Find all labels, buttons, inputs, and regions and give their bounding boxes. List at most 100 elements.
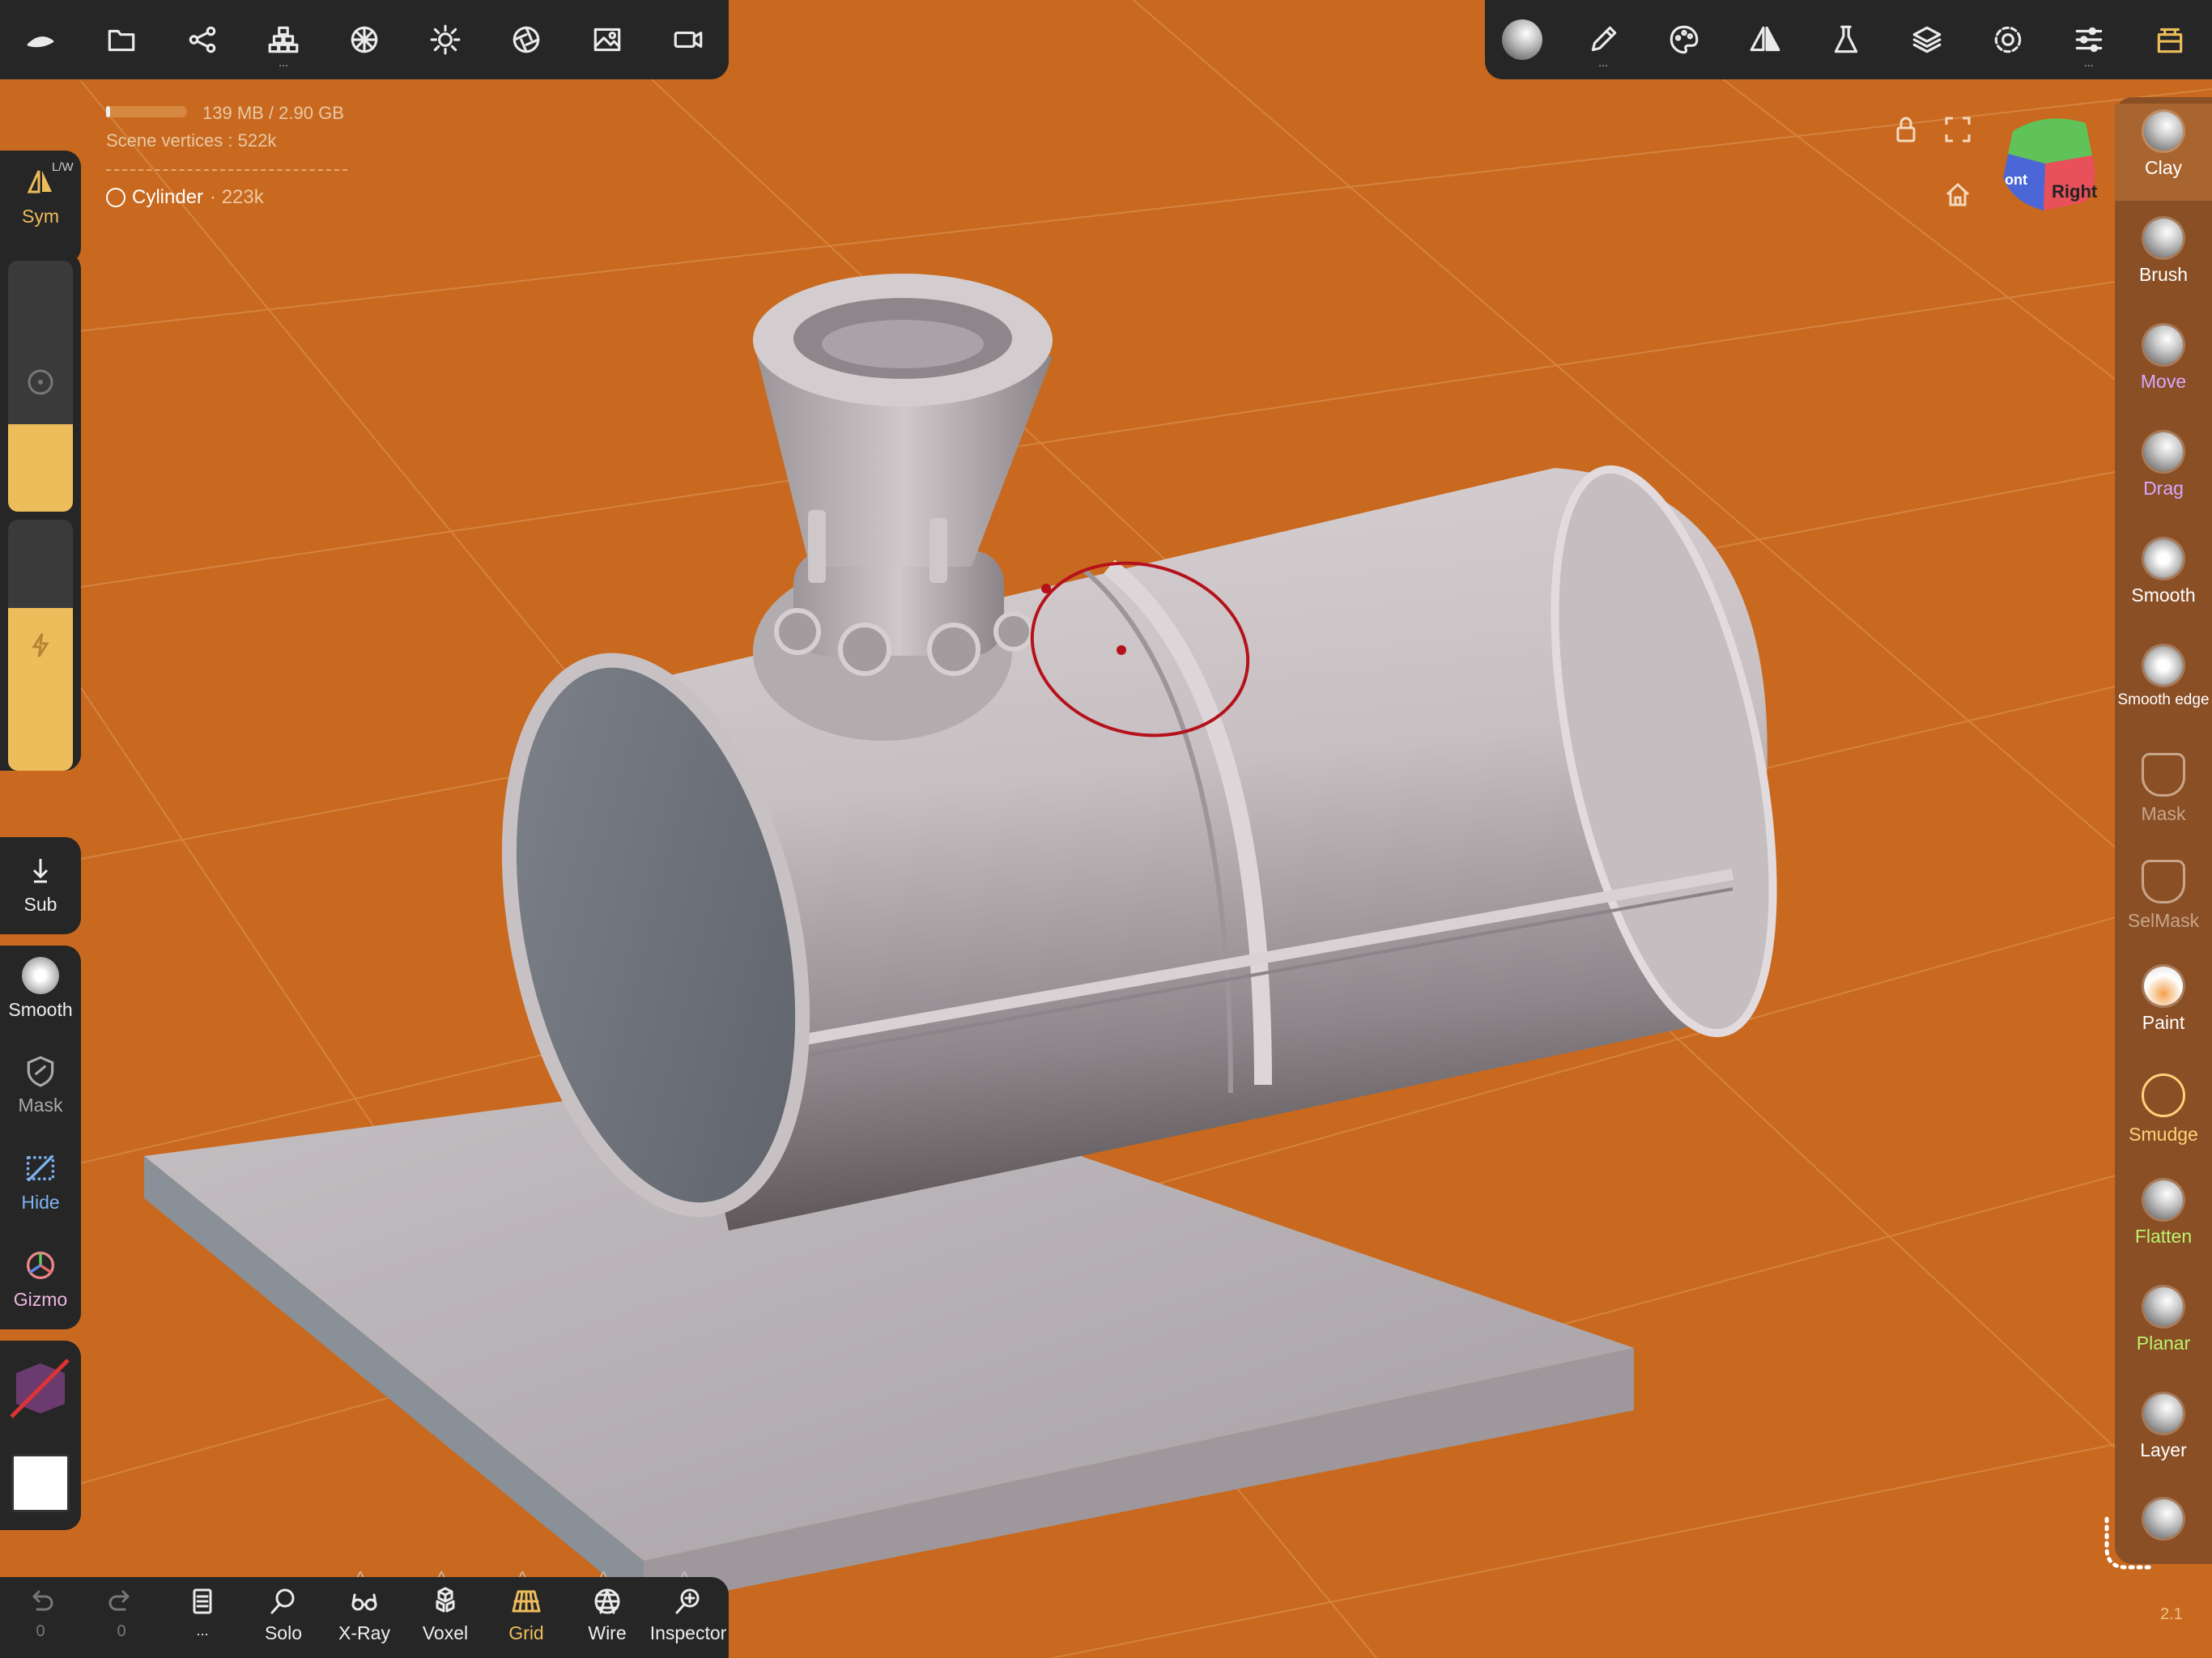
navigation-cube[interactable]: Right ont [1997,107,2102,215]
active-tool-icon[interactable] [1498,15,1546,64]
tool-selmask[interactable]: SelMask [2115,860,2212,932]
solo-button[interactable]: Solo [243,1585,324,1644]
tool-ball-icon [2144,1394,2183,1433]
tool-label: Clay [2144,157,2182,178]
grid-button[interactable]: Grid [486,1585,567,1644]
xray-label: X-Ray [338,1622,390,1643]
intensity-slider[interactable] [8,520,73,771]
tool-move[interactable]: Move [2115,325,2212,393]
radius-slider[interactable] [8,261,73,512]
cylinder-body [501,465,1777,1231]
xray-button[interactable]: X-Ray [324,1585,405,1644]
sub-label: Sub [23,894,57,915]
matcap-preview[interactable] [8,1357,71,1420]
solo-label: Solo [264,1622,303,1643]
background-image-icon[interactable] [583,15,632,64]
tool-smudge[interactable]: Smudge [2115,1073,2212,1146]
memory-text: 139 MB / 2.90 GB [202,103,344,123]
wireframe-icon [594,1588,620,1614]
camera-icon[interactable] [664,15,713,64]
xray-more-dots: ^ [357,1569,364,1585]
tool-layer[interactable]: Layer [2115,1394,2212,1461]
help-icon[interactable] [2146,15,2194,64]
filters-icon[interactable] [1822,15,1870,64]
tool-ball-icon [2144,219,2183,257]
mesh-icon [106,188,125,207]
mask-quick-button[interactable]: Mask [0,1051,81,1116]
tool-planar[interactable]: Planar [2115,1287,2212,1354]
scene-graph-icon[interactable] [178,15,227,64]
mask-label: Mask [18,1095,63,1116]
tool-clay[interactable]: Clay [2115,112,2212,179]
wire-label: Wire [588,1622,627,1643]
tool-label: Paint [2142,1012,2185,1033]
tool-label: SelMask [2127,910,2200,931]
gizmo-quick-button[interactable]: Gizmo [0,1245,81,1311]
tool-label: Layer [2140,1439,2187,1460]
tool-mask[interactable]: Mask [2115,753,2212,825]
inspector-button[interactable]: Inspector [648,1585,729,1644]
color-swatch[interactable] [11,1454,70,1512]
object-vertices: · 223k [210,186,264,208]
sym-badge: L/W [52,160,74,174]
folder-icon[interactable] [97,15,146,64]
object-label[interactable]: Cylinder · 223k [106,186,264,209]
voxel-button[interactable]: Voxel [405,1585,486,1644]
settings-icon[interactable] [1984,15,2032,64]
logo-icon[interactable] [16,15,65,64]
search-icon [270,1588,295,1614]
undo-button[interactable]: 0 [0,1585,81,1641]
painting-icon[interactable] [1660,15,1708,64]
tool-ball-icon [2144,539,2183,578]
tool-ball-icon [2144,1287,2183,1326]
tool-ball-icon [2144,1180,2183,1219]
viewport-3d[interactable] [0,0,2212,1658]
memory-bar [106,106,187,117]
redo-button[interactable]: 0 [81,1585,162,1641]
grid-icon [512,1590,541,1613]
voxel-icon [436,1587,455,1613]
wire-more-dots: ^ [600,1569,607,1585]
mask-shield-icon [2142,860,2185,903]
material-icon[interactable] [502,15,551,64]
wire-button[interactable]: Wire [567,1585,648,1644]
tool-drag[interactable]: Drag [2115,432,2212,500]
symmetry-icon[interactable] [1741,15,1789,64]
tool-brush[interactable]: Brush [2115,219,2212,286]
layers-icon[interactable] [1903,15,1951,64]
light-icon[interactable] [421,15,470,64]
side-panel-handle-icon[interactable] [2102,1516,2154,1572]
nav-right-label: Right [2052,181,2098,202]
history-button[interactable]: ... [162,1585,243,1639]
hide-quick-button[interactable]: Hide [0,1148,81,1214]
hide-icon [20,1148,61,1188]
nav-front-label: ont [2005,172,2027,188]
tool-paint[interactable]: Paint [2115,967,2212,1034]
tool-label: Smooth edge [2117,691,2210,708]
tool-smooth[interactable]: Smooth [2115,539,2212,606]
tool-smooth-edge[interactable]: Smooth edge [2115,646,2212,709]
lock-icon[interactable] [1891,115,1921,144]
tool-label: Drag [2143,478,2184,499]
fullscreen-icon[interactable] [1943,115,1972,144]
sub-button[interactable]: Sub [0,850,81,916]
smooth-quick-button[interactable]: Smooth [0,955,81,1021]
chimney [753,274,1053,741]
tool-ball-icon [2144,432,2183,471]
topology-icon[interactable] [340,15,389,64]
stroke-icon[interactable]: ... [1579,15,1627,69]
tool-label: Planar [2136,1333,2191,1354]
mask-icon [20,1051,61,1091]
tool-label: Move [2140,371,2187,392]
preferences-icon[interactable]: ... [2065,15,2113,69]
home-icon[interactable] [1943,180,1972,209]
smudge-icon [2142,1073,2185,1117]
tool-label: Brush [2138,264,2189,285]
scene-vertices: Scene vertices : 522k [106,130,277,151]
tool-flatten[interactable]: Flatten [2115,1180,2212,1248]
tool-ball-icon [2144,646,2183,685]
grid-label: Grid [508,1622,544,1643]
inspector-more-dots: ^ [681,1569,688,1585]
undo-count: 0 [36,1622,45,1640]
primitives-icon[interactable]: ... [259,15,308,69]
